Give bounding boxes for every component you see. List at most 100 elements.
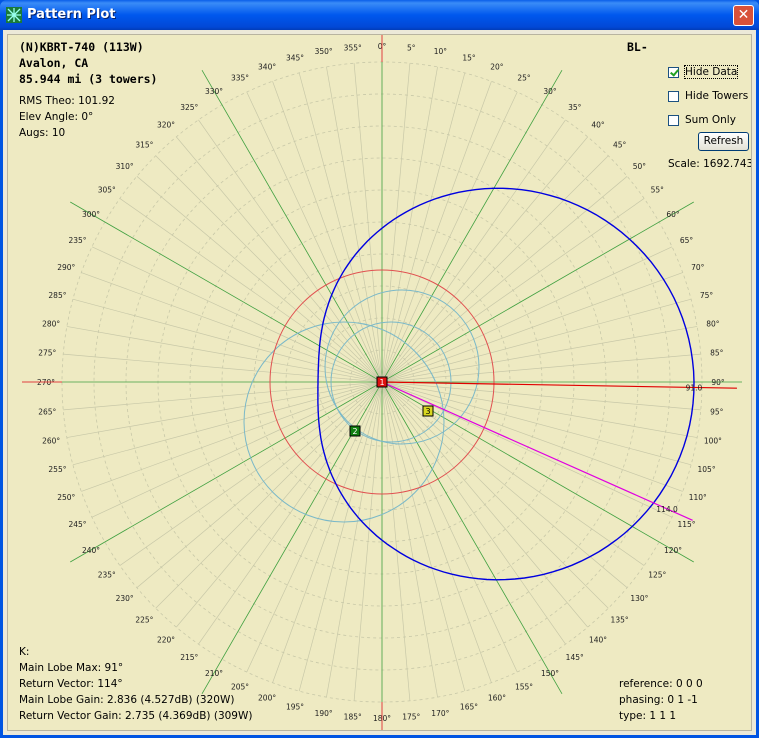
grid-radial [381, 201, 694, 383]
angle-tick-label: 20° [490, 62, 504, 71]
grid-radial [272, 381, 383, 683]
angle-tick-label: 315° [135, 140, 153, 149]
angle-tick-label: 330° [205, 87, 223, 96]
angle-tick-label: 115° [677, 520, 695, 529]
angle-tick-label: 100° [704, 436, 722, 445]
angle-tick-label: 50° [633, 162, 647, 171]
angle-tick-label: 65° [680, 236, 694, 245]
grid-radial [381, 353, 701, 383]
angle-tick-label: 230° [116, 594, 134, 603]
tower-field-ring [324, 289, 480, 445]
elev-angle: Elev Angle: 0° [19, 111, 94, 123]
angle-tick-label: 45° [613, 140, 627, 149]
main-lobe-line [381, 381, 737, 389]
angle-tick-label: 160° [488, 694, 506, 703]
angle-tick-label: 30° [543, 87, 557, 96]
title-bar[interactable]: Pattern Plot ✕ [0, 0, 759, 30]
grid-radial [70, 201, 383, 383]
grid-radial [381, 298, 692, 383]
refresh-button[interactable]: Refresh [698, 132, 749, 151]
angle-tick-label: 205° [231, 683, 249, 692]
angle-tick-label: 350° [315, 47, 333, 56]
grid-radial [201, 70, 383, 383]
angle-tick-label: 285° [48, 291, 66, 300]
angle-tick-label: 240° [82, 546, 100, 555]
angle-tick-label: 95° [710, 407, 724, 416]
angle-tick-label: 290° [57, 263, 75, 272]
angle-tick-label: 235° [98, 571, 116, 580]
angle-tick-label: 195° [286, 703, 304, 712]
angle-tick-label: 210° [205, 669, 223, 678]
polar-chart: 0° 5° 10°15°20°25°30°35°40°45°50°55°60°65°… [22, 35, 742, 730]
angle-tick-label: 145° [566, 653, 584, 662]
checkbox-checked-icon[interactable] [668, 66, 679, 78]
checkbox-icon[interactable] [668, 90, 679, 102]
angle-tick-label: 40° [591, 121, 605, 130]
hide-towers-label: Hide Towers [685, 90, 749, 102]
angle-tick-label: 345° [286, 53, 304, 62]
type-readout: type: 1 1 1 [619, 710, 677, 722]
angle-tick-label: 355° [344, 43, 362, 52]
grid-radial [91, 381, 383, 518]
tower-marker-label: 2 [352, 427, 357, 436]
angle-tick-label: 135° [611, 616, 629, 625]
angle-tick-label: 5° [407, 43, 416, 52]
station-class: BL- [627, 40, 648, 54]
angle-tick-label: 265° [38, 407, 56, 416]
angle-tick-label: 280° [42, 320, 60, 329]
angle-tick-label: 15° [462, 53, 476, 62]
angle-tick-label: 90° [711, 378, 725, 387]
angle-tick-label: 300° [82, 210, 100, 219]
pattern-plot-window: Pattern Plot ✕ 0° 5° 10° 15° 20° 25° 30° 35° 40°… [0, 0, 759, 738]
grid-radial [63, 381, 383, 411]
angle-tick-label: 220° [157, 635, 175, 644]
hide-towers-checkbox[interactable]: Hide Towers [668, 90, 748, 102]
reference-readout: reference: 0 0 0 [619, 678, 703, 690]
pattern-plot-area: 0° 5° 10° 15° 20° 25° 30° 35° 40° 45° 50° 55° 60° 65°… [7, 34, 752, 731]
grid-radial [298, 72, 383, 383]
angle-tick-label: 260° [42, 436, 60, 445]
grid-radial [381, 381, 518, 673]
grid-radial [381, 381, 692, 466]
grid-radial [381, 63, 411, 383]
angle-tick-label: 320° [157, 121, 175, 130]
angle-tick-label: 140° [589, 635, 607, 644]
angle-tick-label: 80° [706, 320, 720, 329]
sum-only-checkbox[interactable]: Sum Only [668, 114, 736, 126]
augs-count: Augs: 10 [19, 127, 66, 139]
main-lobe-marker-label: 91.0 [686, 383, 703, 392]
angle-tick-label: 310° [116, 162, 134, 171]
angle-tick-label: 185° [344, 713, 362, 722]
window-title: Pattern Plot [27, 7, 116, 22]
grid-radial [63, 353, 383, 383]
angle-tick-label: 170° [431, 709, 449, 718]
angle-tick-label: 150° [541, 669, 559, 678]
angle-tick-label: 125° [648, 571, 666, 580]
grid-radial [381, 246, 673, 383]
angle-tick-label: 190° [315, 709, 333, 718]
angle-tick-label: 275° [38, 349, 56, 358]
scale-readout: Scale: 1692.743 [668, 158, 752, 170]
station-location: Avalon, CA [19, 56, 89, 70]
station-callsign: (N)KBRT-740 (113W) [19, 40, 144, 54]
grid-radial [381, 81, 492, 383]
k-label: K: [19, 646, 30, 658]
checkbox-icon[interactable] [668, 114, 679, 126]
angle-tick-label: 340° [258, 62, 276, 71]
angle-tick-label: 105° [698, 465, 716, 474]
angle-tick-label: 25° [517, 73, 531, 82]
client-area: 0° 5° 10° 15° 20° 25° 30° 35° 40° 45° 50° 55° 60° 65°… [3, 30, 756, 735]
return-vector-gain: Return Vector Gain: 2.735 (4.369dB) (309… [19, 710, 253, 722]
grid-radial [381, 381, 466, 692]
sum-only-label: Sum Only [685, 114, 736, 126]
hide-data-checkbox[interactable]: Hide Data [668, 65, 739, 79]
angle-tick-label: 335° [231, 73, 249, 82]
angle-tick-label: 35° [568, 103, 582, 112]
angle-tick-label: 60° [666, 210, 680, 219]
grid-radial [298, 381, 383, 692]
angle-tick-label: 215° [180, 653, 198, 662]
angle-tick-label: 165° [460, 703, 478, 712]
grid-radial [81, 272, 383, 383]
main-lobe-gain: Main Lobe Gain: 2.836 (4.527dB) (320W) [19, 694, 235, 706]
close-button[interactable]: ✕ [733, 5, 754, 26]
